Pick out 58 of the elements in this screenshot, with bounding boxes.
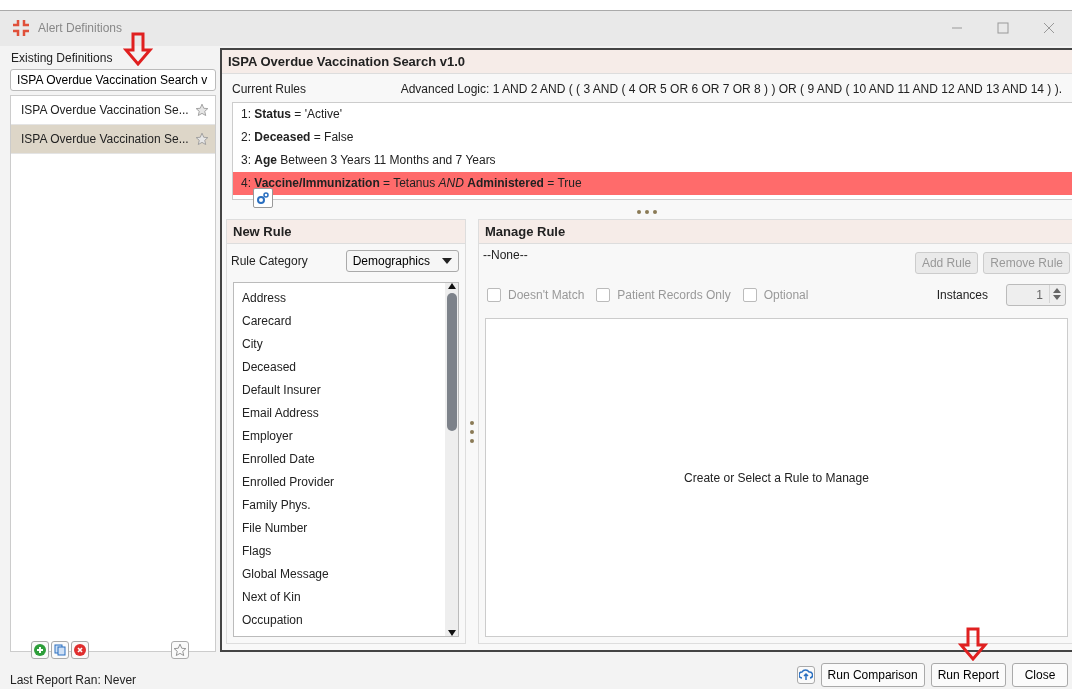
field-item[interactable]: Family Phys. bbox=[234, 494, 445, 517]
checkbox-label: Patient Records Only bbox=[617, 288, 731, 302]
field-item[interactable]: City bbox=[234, 333, 445, 356]
copy-button[interactable] bbox=[51, 641, 69, 659]
checkbox-label: Optional bbox=[763, 288, 809, 302]
panel-title: Manage Rule bbox=[479, 220, 1072, 244]
delete-button[interactable] bbox=[71, 641, 89, 659]
selected-rule-text: --None-- bbox=[483, 248, 528, 264]
panel-title: New Rule bbox=[227, 220, 465, 244]
field-item[interactable]: File Number bbox=[234, 517, 445, 540]
instances-label: Instances bbox=[936, 288, 988, 302]
field-item[interactable]: Default Insurer bbox=[234, 379, 445, 402]
footer-button[interactable]: Run Report bbox=[930, 663, 1006, 687]
current-rules-label: Current Rules bbox=[232, 82, 307, 96]
splitter-handle-icon[interactable] bbox=[469, 419, 475, 444]
star-icon[interactable] bbox=[195, 103, 209, 117]
field-item[interactable]: Enrolled Date bbox=[234, 448, 445, 471]
favorite-button[interactable] bbox=[171, 641, 189, 659]
field-item[interactable]: Occupation bbox=[234, 609, 445, 632]
settings-button[interactable] bbox=[253, 187, 273, 208]
checkbox-label: Doesn't Match bbox=[508, 288, 585, 302]
splitter-handle-icon[interactable] bbox=[636, 209, 658, 215]
window-title: Alert Definitions bbox=[38, 21, 124, 35]
caret-icon bbox=[442, 258, 452, 264]
instances-spinner[interactable]: 1 bbox=[1006, 284, 1066, 306]
scroll-up-icon[interactable] bbox=[447, 283, 456, 289]
annotation-arrow-icon bbox=[123, 32, 153, 69]
rule-row[interactable]: 1: Status = 'Active' bbox=[233, 103, 1072, 126]
star-icon[interactable] bbox=[195, 132, 209, 146]
field-item[interactable]: Email Address bbox=[234, 402, 445, 425]
rule-row[interactable]: 3: Age Between 3 Years 11 Months and 7 Years bbox=[233, 149, 1072, 172]
advanced-logic-text: Advanced Logic: 1 AND 2 AND ( ( 3 AND ( 4 OR 5 OR 6 OR 7 OR 8 ) ) OR ( 9 AND ( 10 AND 11 AND 12 AND 13 AND 14 ) ). bbox=[400, 82, 1062, 96]
rule-category-label: Rule Category bbox=[231, 254, 308, 268]
annotation-arrow-icon bbox=[958, 627, 988, 664]
field-item[interactable]: Global Message bbox=[234, 563, 445, 586]
rule-row[interactable]: 2: Deceased = False bbox=[233, 126, 1072, 149]
search-field[interactable]: ISPA Overdue Vaccination Search v bbox=[10, 69, 216, 91]
add-button[interactable] bbox=[31, 641, 49, 659]
field-item[interactable]: Deceased bbox=[234, 356, 445, 379]
scrollbar-thumb[interactable] bbox=[446, 293, 457, 431]
rule-row[interactable]: 4: Vaccine/Immunization = Tetanus AND Administered = True bbox=[233, 172, 1072, 195]
app-logo-icon bbox=[12, 19, 30, 37]
field-item[interactable]: Employer bbox=[234, 425, 445, 448]
footer-button[interactable]: Run Comparison bbox=[820, 663, 925, 687]
definition-title: ISPA Overdue Vaccination Search v1.0 bbox=[222, 50, 1072, 74]
field-item[interactable]: Flags bbox=[234, 540, 445, 563]
rule-category-dropdown[interactable]: Demographics bbox=[345, 250, 459, 272]
footer-button[interactable]: Close bbox=[1012, 663, 1068, 687]
last-report-text: Last Report Ran: Never bbox=[10, 673, 137, 687]
scroll-down-icon[interactable] bbox=[447, 630, 456, 636]
definition-item[interactable]: ISPA Overdue Vaccination Se... bbox=[11, 125, 215, 154]
upload-button[interactable] bbox=[796, 666, 815, 684]
section-label: Existing Definitions bbox=[10, 50, 113, 67]
field-item[interactable]: Enrolled Provider bbox=[234, 471, 445, 494]
field-item[interactable]: Carecard bbox=[234, 310, 445, 333]
field-item[interactable]: Next of Kin bbox=[234, 586, 445, 609]
empty-state-message: Create or Select a Rule to Manage bbox=[684, 470, 869, 485]
field-item[interactable]: Address bbox=[234, 287, 445, 310]
